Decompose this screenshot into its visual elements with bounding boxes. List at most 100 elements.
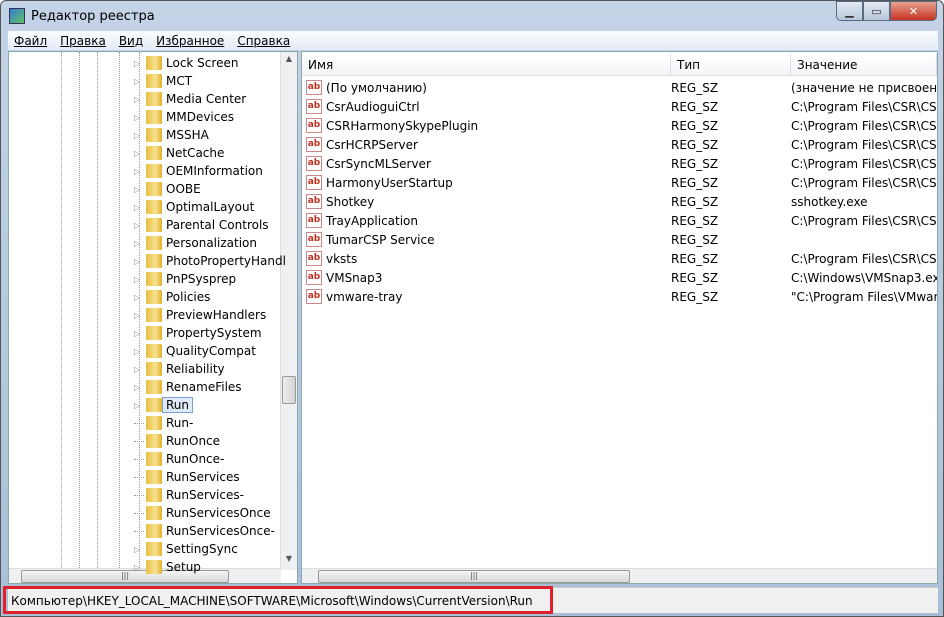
close-button[interactable]: ✕ <box>890 1 937 21</box>
tree-item[interactable]: ▷ RenameFiles <box>134 378 242 396</box>
expand-arrow-icon[interactable]: ▷ <box>134 365 144 374</box>
tree-item[interactable]: RunOnce <box>134 432 220 450</box>
tree-item[interactable]: RunServices <box>134 468 240 486</box>
expand-arrow-icon[interactable]: ▷ <box>134 113 144 122</box>
expand-arrow-icon[interactable]: ▷ <box>134 563 144 572</box>
list-row[interactable]: ab CsrSyncMLServer REG_SZ C:\Program Files\… <box>306 154 937 173</box>
expand-arrow-icon[interactable]: ▷ <box>134 293 144 302</box>
tree-item-label: RunServicesOnce- <box>166 524 275 538</box>
tree-item-label: NetCache <box>166 146 225 160</box>
value-type: REG_SZ <box>671 232 719 247</box>
list-row[interactable]: ab HarmonyUserStartup REG_SZ C:\Program Fil… <box>306 173 937 192</box>
column-header-value[interactable]: Значение <box>791 54 937 75</box>
tree-item[interactable]: ▷ OOBE <box>134 180 201 198</box>
tree-vertical-scrollbar[interactable]: ▲ ▼ <box>280 52 297 570</box>
expand-arrow-icon[interactable]: ▷ <box>134 95 144 104</box>
tree-item[interactable]: ▷ Personalization <box>134 234 257 252</box>
tree-item-label: Setup <box>166 560 201 574</box>
tree-item[interactable]: ▷ PhotoPropertyHandl <box>134 252 286 270</box>
tree-item[interactable]: ▷ Media Center <box>134 90 246 108</box>
scroll-down-arrow[interactable]: ▼ <box>281 554 297 563</box>
expand-arrow-icon[interactable]: ▷ <box>134 347 144 356</box>
tree-item[interactable]: ▷ MSSHA <box>134 126 209 144</box>
list-row[interactable]: ab TrayApplication REG_SZ C:\Program Files\… <box>306 211 937 230</box>
expand-arrow-icon[interactable]: ▷ <box>134 77 144 86</box>
folder-icon <box>146 92 162 106</box>
tree-item-label: Policies <box>166 290 211 304</box>
expand-arrow-icon[interactable]: ▷ <box>134 329 144 338</box>
scroll-thumb[interactable] <box>282 376 296 404</box>
tree-item[interactable]: ▷ Reliability <box>134 360 225 378</box>
expand-arrow-icon[interactable]: ▷ <box>134 311 144 320</box>
tree-item[interactable]: ▷ OEMInformation <box>134 162 263 180</box>
expand-arrow-icon[interactable]: ▷ <box>134 239 144 248</box>
tree-item[interactable]: ▷ OptimalLayout <box>134 198 254 216</box>
scroll-up-arrow[interactable]: ▲ <box>281 54 297 63</box>
tree-item[interactable]: Run- <box>134 414 193 432</box>
value-name: (По умолчанию) <box>326 80 427 95</box>
value-data: (значение не присвоено) <box>791 80 938 95</box>
expand-arrow-icon[interactable]: ▷ <box>134 401 144 410</box>
tree-item[interactable]: ▷ Setup <box>134 558 201 576</box>
menu-item[interactable]: Вид <box>119 34 143 48</box>
value-data: C:\Program Files\CSR\CSR <box>791 99 938 114</box>
tree-item[interactable]: ▷ Policies <box>134 288 210 306</box>
expand-arrow-icon[interactable]: ▷ <box>134 203 144 212</box>
expand-arrow-icon[interactable]: ▷ <box>134 545 144 554</box>
tree-item[interactable]: RunServicesOnce <box>134 504 271 522</box>
column-header-type[interactable]: Тип <box>671 54 791 75</box>
tree-item[interactable]: ▷ Lock Screen <box>134 54 238 72</box>
expand-arrow-icon[interactable]: ▷ <box>134 185 144 194</box>
tree-item[interactable]: ▷ PropertySystem <box>134 324 262 342</box>
tree-item[interactable]: RunOnce- <box>134 450 224 468</box>
expand-arrow-icon[interactable]: ▷ <box>134 275 144 284</box>
expand-arrow-icon[interactable]: ▷ <box>134 131 144 140</box>
list-row[interactable]: ab CSRHarmonySkypePlugin REG_SZ C:\Program … <box>306 116 938 135</box>
menu-item[interactable]: Файл <box>14 34 47 48</box>
expand-arrow-icon[interactable]: ▷ <box>134 167 144 176</box>
menu-bar: Файл Правка Вид Избранное Справка <box>8 31 938 50</box>
list-row[interactable]: ab CsrHCRPServer REG_SZ C:\Program Files\CS… <box>306 135 937 154</box>
tree-item-label: Media Center <box>166 92 247 106</box>
expand-arrow-icon[interactable]: ▷ <box>134 257 144 266</box>
tree-item[interactable]: ▷ PreviewHandlers <box>134 306 266 324</box>
menu-item[interactable]: Справка <box>237 34 290 48</box>
menu-item[interactable]: Избранное <box>156 34 224 48</box>
tree-item[interactable]: ▷ MCT <box>134 72 192 90</box>
list-row[interactable]: ab Shotkey REG_SZ sshotkey.exe <box>306 192 868 211</box>
list-row[interactable]: ab VMSnap3 REG_SZ C:\Windows\VMSnap3.exe <box>306 268 937 287</box>
list-row[interactable]: ab vmware-tray REG_SZ "C:\Program Files\VMw… <box>306 287 937 306</box>
tree-item[interactable]: ▷ Run <box>134 396 194 414</box>
folder-icon <box>146 398 162 412</box>
expand-arrow-icon[interactable]: ▷ <box>134 59 144 68</box>
tree-item[interactable]: RunServicesOnce- <box>134 522 275 540</box>
expand-arrow-icon[interactable]: ▷ <box>134 383 144 392</box>
tree-item[interactable]: ▷ NetCache <box>134 144 224 162</box>
value-type: REG_SZ <box>671 99 719 114</box>
tree-item[interactable]: ▷ SettingSync <box>134 540 238 558</box>
maximize-button[interactable]: ▭ <box>863 1 890 21</box>
list-row[interactable]: ab TumarCSP Service REG_SZ <box>306 230 791 249</box>
value-name: vmware-tray <box>326 289 403 304</box>
string-value-icon: ab <box>306 99 322 114</box>
tree-item[interactable]: ▷ MMDevices <box>134 108 234 126</box>
regedit-icon <box>9 8 25 24</box>
expand-arrow-icon[interactable]: ▷ <box>134 221 144 230</box>
column-header-name[interactable]: Имя <box>302 54 671 75</box>
list-horizontal-scrollbar[interactable]: ||| <box>302 568 937 583</box>
tree-item[interactable]: ▷ PnPSysprep <box>134 270 236 288</box>
list-row[interactable]: ab vksts REG_SZ C:\Program Files\CSR\CSR <box>306 249 937 268</box>
expand-arrow-icon[interactable]: ▷ <box>134 149 144 158</box>
value-data: C:\Program Files\CSR\CSR <box>791 118 938 133</box>
list-row[interactable]: ab CsrAudioguiCtrl REG_SZ C:\Program Files\… <box>306 97 938 116</box>
menu-item[interactable]: Правка <box>60 34 106 48</box>
tree-item[interactable]: RunServices- <box>134 486 244 504</box>
status-bar: Компьютер\HKEY_LOCAL_MACHINE\SOFTWARE\Mi… <box>3 586 938 614</box>
tree-item[interactable]: ▷ Parental Controls <box>134 216 269 234</box>
folder-icon <box>146 128 162 142</box>
tree-item[interactable]: ▷ QualityCompat <box>134 342 256 360</box>
scroll-thumb[interactable]: ||| <box>318 570 630 583</box>
minimize-button[interactable]: ▁ <box>836 1 863 21</box>
tree-item-label: MSSHA <box>166 128 209 142</box>
list-row[interactable]: ab (По умолчанию) REG_SZ (значение не присв… <box>306 78 938 97</box>
